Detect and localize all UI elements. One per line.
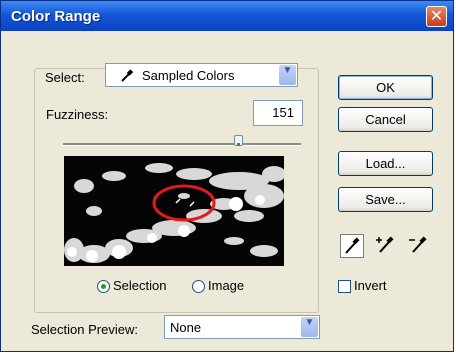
eyedropper-plus-icon: [376, 236, 394, 253]
chevron-down-icon: ▼: [282, 65, 293, 76]
fuzziness-slider-thumb[interactable]: [234, 135, 243, 146]
preview-image: [64, 156, 284, 266]
select-label: Select:: [45, 70, 85, 85]
eyedropper-minus-icon: [409, 236, 427, 253]
ok-button[interactable]: OK: [338, 75, 433, 100]
cancel-button[interactable]: Cancel: [338, 107, 433, 132]
close-button[interactable]: ✕: [426, 6, 447, 27]
add-to-sample-tool-button[interactable]: [373, 234, 397, 258]
fuzziness-input[interactable]: 151: [253, 100, 303, 126]
selection-preview-image[interactable]: [64, 156, 284, 266]
selection-preview-label: Selection Preview:: [31, 322, 138, 337]
save-button[interactable]: Save...: [338, 187, 433, 212]
selection-radio[interactable]: [97, 280, 110, 293]
color-range-dialog: Color Range ✕ Select: Sampled Colors ▼ F…: [0, 0, 454, 352]
fuzziness-slider-track[interactable]: [63, 143, 301, 146]
slider-thumb-grip: [237, 143, 240, 146]
radio-selected-dot: [101, 284, 106, 289]
close-icon: ✕: [429, 8, 444, 25]
subtract-from-sample-tool-button[interactable]: [406, 234, 430, 258]
image-radio-label: Image: [208, 278, 245, 293]
chevron-down-icon: ▼: [304, 317, 315, 328]
invert-label: Invert: [354, 278, 387, 293]
title-bar[interactable]: Color Range ✕: [1, 1, 453, 31]
eyedropper-icon: [345, 237, 360, 254]
image-radio[interactable]: [192, 280, 205, 293]
invert-checkbox[interactable]: [338, 280, 351, 293]
eyedropper-tool-button[interactable]: [340, 234, 364, 258]
select-value: Sampled Colors: [142, 68, 235, 83]
selection-preview-dropdown-button[interactable]: ▼: [301, 317, 318, 337]
select-dropdown-button[interactable]: ▼: [279, 65, 296, 85]
dialog-title: Color Range: [11, 8, 101, 25]
load-button[interactable]: Load...: [338, 151, 433, 176]
eyedropper-icon: [121, 69, 134, 82]
fuzziness-label: Fuzziness:: [46, 107, 109, 122]
selection-preview-value: None: [170, 320, 202, 335]
select-dropdown[interactable]: Sampled Colors ▼: [105, 63, 298, 87]
selection-radio-label: Selection: [113, 278, 167, 293]
selection-preview-dropdown[interactable]: None ▼: [164, 315, 320, 339]
